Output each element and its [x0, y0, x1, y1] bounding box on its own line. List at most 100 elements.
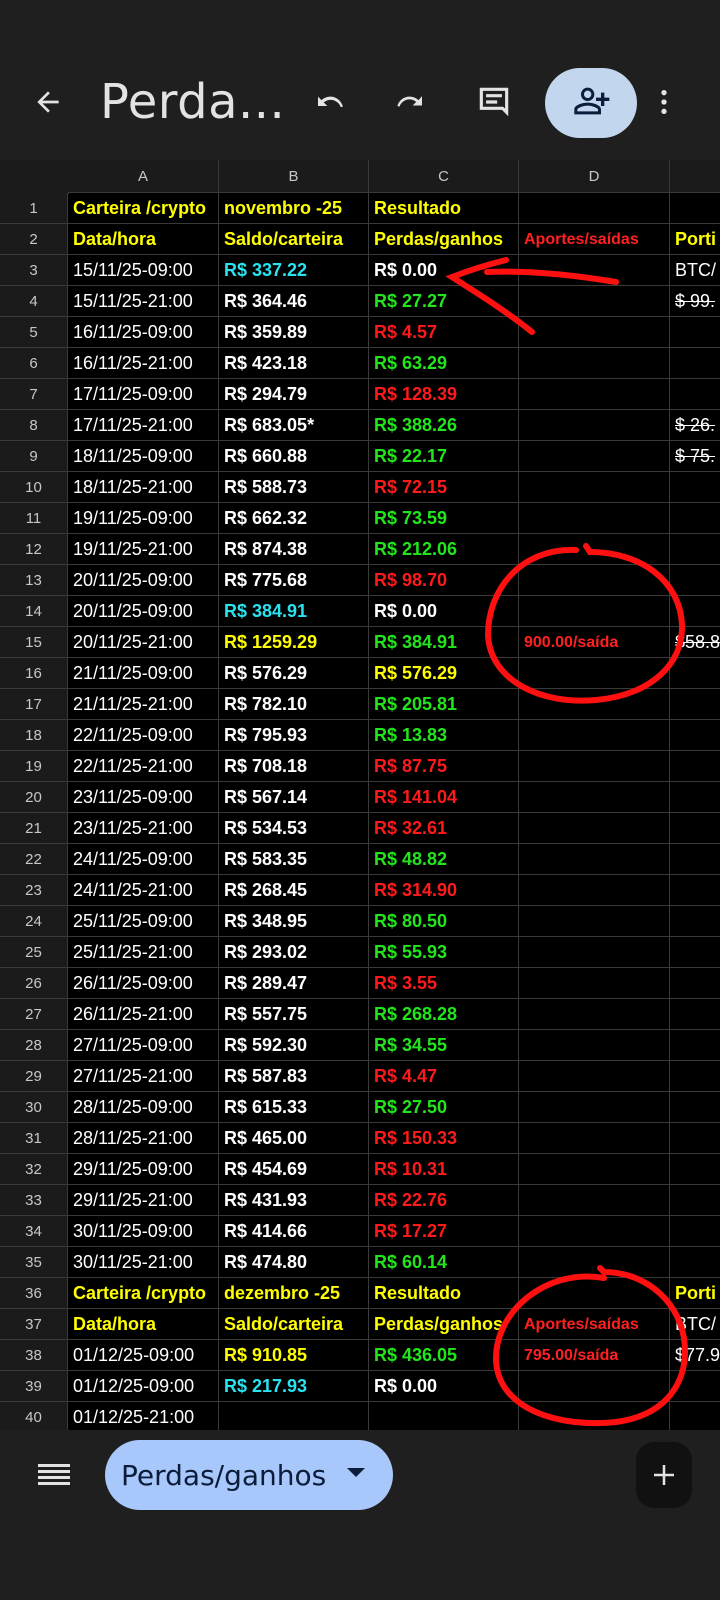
cell-a[interactable]: 16/11/25-21:00 — [68, 348, 219, 379]
cell-c[interactable]: R$ 48.82 — [369, 844, 519, 875]
cell-b[interactable]: R$ 662.32 — [219, 503, 369, 534]
row-number[interactable]: 6 — [0, 348, 68, 379]
cell-c[interactable]: R$ 384.91 — [369, 627, 519, 658]
cell-c[interactable]: R$ 60.14 — [369, 1247, 519, 1278]
cell-b[interactable]: dezembro -25 — [219, 1278, 369, 1309]
cell-c[interactable]: R$ 13.83 — [369, 720, 519, 751]
cell-a[interactable]: 15/11/25-09:00 — [68, 255, 219, 286]
cell-e[interactable]: BTC/ — [670, 1309, 720, 1340]
row-number[interactable]: 7 — [0, 379, 68, 410]
cell-d[interactable] — [519, 286, 670, 317]
cell-b[interactable]: R$ 592.30 — [219, 1030, 369, 1061]
row-number[interactable]: 23 — [0, 875, 68, 906]
row-number[interactable]: 27 — [0, 999, 68, 1030]
cell-d[interactable] — [519, 1402, 670, 1430]
row-number[interactable]: 21 — [0, 813, 68, 844]
cell-d[interactable] — [519, 596, 670, 627]
cell-c[interactable]: R$ 150.33 — [369, 1123, 519, 1154]
cell-e[interactable] — [670, 1154, 720, 1185]
cell-a[interactable]: 23/11/25-09:00 — [68, 782, 219, 813]
row-number[interactable]: 18 — [0, 720, 68, 751]
cell-c[interactable]: R$ 4.47 — [369, 1061, 519, 1092]
cell-b[interactable]: R$ 217.93 — [219, 1371, 369, 1402]
cell-b[interactable]: R$ 454.69 — [219, 1154, 369, 1185]
cell-e[interactable] — [670, 689, 720, 720]
cell-c[interactable]: R$ 17.27 — [369, 1216, 519, 1247]
row-number[interactable]: 33 — [0, 1185, 68, 1216]
cell-e[interactable] — [670, 596, 720, 627]
cell-a[interactable]: 18/11/25-21:00 — [68, 472, 219, 503]
cell-a[interactable]: 28/11/25-09:00 — [68, 1092, 219, 1123]
cell-c[interactable]: Perdas/ganhos — [369, 1309, 519, 1340]
cell-c[interactable]: Perdas/ganhos — [369, 224, 519, 255]
cell-e[interactable] — [670, 875, 720, 906]
cell-c[interactable]: R$ 22.76 — [369, 1185, 519, 1216]
row-number[interactable]: 10 — [0, 472, 68, 503]
cell-a[interactable]: 23/11/25-21:00 — [68, 813, 219, 844]
cell-a[interactable]: 25/11/25-09:00 — [68, 906, 219, 937]
cell-b[interactable]: R$ 660.88 — [219, 441, 369, 472]
row-number[interactable]: 35 — [0, 1247, 68, 1278]
select-all-corner[interactable] — [0, 160, 69, 194]
cell-b[interactable]: R$ 587.83 — [219, 1061, 369, 1092]
row-number[interactable]: 38 — [0, 1340, 68, 1371]
cell-b[interactable]: R$ 708.18 — [219, 751, 369, 782]
cell-a[interactable]: Carteira /crypto — [68, 193, 219, 224]
cell-c[interactable]: R$ 73.59 — [369, 503, 519, 534]
cell-d[interactable]: Aportes/saídas — [519, 1309, 670, 1340]
add-sheet-icon[interactable] — [636, 1442, 692, 1508]
cell-d[interactable] — [519, 472, 670, 503]
cell-e[interactable]: $77.9 — [670, 1340, 720, 1371]
cell-b[interactable]: R$ 557.75 — [219, 999, 369, 1030]
cell-d[interactable] — [519, 348, 670, 379]
cell-d[interactable] — [519, 441, 670, 472]
document-title[interactable]: Perda... — [100, 74, 285, 130]
row-number[interactable]: 17 — [0, 689, 68, 720]
cell-c[interactable]: R$ 4.57 — [369, 317, 519, 348]
dropdown-arrow-icon[interactable] — [346, 1466, 366, 1484]
cell-b[interactable]: R$ 534.53 — [219, 813, 369, 844]
cell-e[interactable] — [670, 565, 720, 596]
row-number[interactable]: 2 — [0, 224, 68, 255]
cell-d[interactable] — [519, 255, 670, 286]
cell-b[interactable]: R$ 474.80 — [219, 1247, 369, 1278]
cell-e[interactable]: $ 99. — [670, 286, 720, 317]
cell-a[interactable]: 19/11/25-09:00 — [68, 503, 219, 534]
cell-d[interactable] — [519, 720, 670, 751]
cell-a[interactable]: 19/11/25-21:00 — [68, 534, 219, 565]
row-number[interactable]: 32 — [0, 1154, 68, 1185]
cell-b[interactable]: Saldo/carteira — [219, 224, 369, 255]
cell-c[interactable]: R$ 72.15 — [369, 472, 519, 503]
cell-b[interactable]: R$ 348.95 — [219, 906, 369, 937]
cell-b[interactable]: R$ 576.29 — [219, 658, 369, 689]
row-number[interactable]: 14 — [0, 596, 68, 627]
cell-b[interactable]: novembro -25 — [219, 193, 369, 224]
cell-c[interactable]: R$ 0.00 — [369, 596, 519, 627]
cell-a[interactable]: 29/11/25-21:00 — [68, 1185, 219, 1216]
column-header-c[interactable]: C — [369, 160, 519, 193]
cell-d[interactable] — [519, 565, 670, 596]
row-number[interactable]: 1 — [0, 193, 68, 224]
cell-c[interactable]: R$ 27.50 — [369, 1092, 519, 1123]
cell-a[interactable]: 17/11/25-09:00 — [68, 379, 219, 410]
cell-c[interactable]: R$ 98.70 — [369, 565, 519, 596]
column-header-d[interactable]: D — [519, 160, 670, 193]
row-number[interactable]: 8 — [0, 410, 68, 441]
cell-e[interactable] — [670, 968, 720, 999]
cell-c[interactable]: Resultado — [369, 193, 519, 224]
cell-e[interactable] — [670, 844, 720, 875]
row-number[interactable]: 9 — [0, 441, 68, 472]
row-number[interactable]: 19 — [0, 751, 68, 782]
cell-d[interactable] — [519, 751, 670, 782]
cell-e[interactable] — [670, 193, 720, 224]
cell-a[interactable]: 30/11/25-21:00 — [68, 1247, 219, 1278]
cell-e[interactable]: Porti — [670, 224, 720, 255]
cell-e[interactable] — [670, 503, 720, 534]
row-number[interactable]: 28 — [0, 1030, 68, 1061]
cell-e[interactable]: $58.8 — [670, 627, 720, 658]
row-number[interactable]: 20 — [0, 782, 68, 813]
cell-d[interactable] — [519, 1278, 670, 1309]
cell-d[interactable] — [519, 906, 670, 937]
cell-a[interactable]: 21/11/25-21:00 — [68, 689, 219, 720]
cell-c[interactable]: R$ 10.31 — [369, 1154, 519, 1185]
